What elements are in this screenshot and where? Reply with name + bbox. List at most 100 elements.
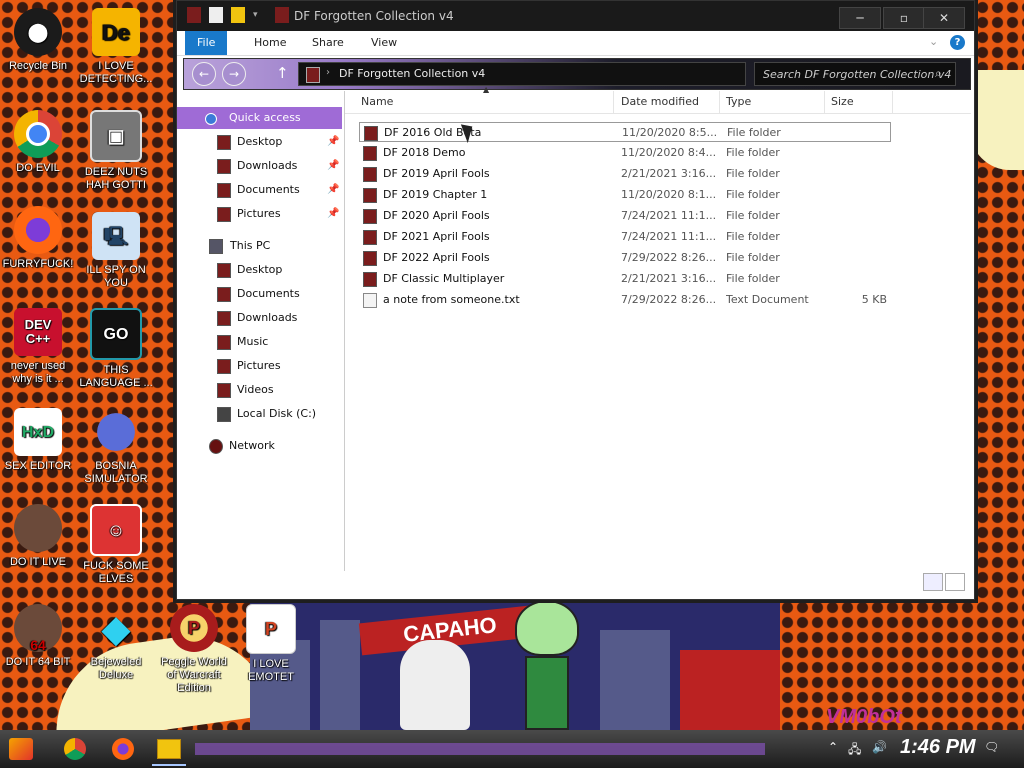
- close-button[interactable]: ✕: [923, 7, 965, 29]
- pin-icon: 📌: [327, 136, 340, 147]
- file-row[interactable]: DF 2022 April Fools 7/29/2022 8:26... File…: [359, 248, 889, 268]
- nav-quick-pictures[interactable]: Pictures 📌: [177, 203, 342, 225]
- column-size[interactable]: Size: [825, 91, 893, 113]
- nav-quick-documents[interactable]: Documents 📌: [177, 179, 342, 201]
- file-row[interactable]: DF 2016 Old Beta 11/20/2020 8:5... File fo…: [359, 122, 891, 142]
- folder-icon: [363, 230, 377, 245]
- nav-quick-access[interactable]: Quick access: [177, 107, 342, 129]
- tab-view[interactable]: View: [359, 31, 409, 55]
- tab-share[interactable]: Share: [300, 31, 356, 55]
- file-row[interactable]: DF 2019 Chapter 1 11/20/2020 8:1... File f…: [359, 185, 889, 205]
- breadcrumb-chevron-icon[interactable]: ›: [326, 67, 330, 78]
- desktop-icon-emotet[interactable]: P I LOVE EMOTET: [233, 604, 309, 684]
- taskbar-decoration: [195, 743, 765, 755]
- file-row[interactable]: a note from someone.txt 7/29/2022 8:26...…: [359, 290, 889, 310]
- desktop-icon-hxd[interactable]: HxD SEX EDITOR: [0, 408, 76, 473]
- file-row[interactable]: DF 2021 April Fools 7/24/2021 11:1... File…: [359, 227, 889, 247]
- gem-icon: ◆: [102, 607, 130, 649]
- expand-ribbon-icon[interactable]: ⌄: [929, 35, 938, 48]
- file-row[interactable]: DF 2019 April Fools 2/21/2021 3:16... File…: [359, 164, 889, 184]
- pictures-folder-icon: [217, 207, 231, 222]
- details-view-icon[interactable]: [923, 573, 943, 591]
- wallpaper-cloud-topright: [970, 70, 1024, 170]
- network-tray-icon[interactable]: 🖧: [848, 740, 861, 761]
- wallpaper-watermark: VM0bOt: [826, 706, 902, 728]
- file-row[interactable]: DF 2018 Demo 11/20/2020 8:4... File folder: [359, 143, 889, 163]
- desktop-folder-icon: [217, 135, 231, 150]
- desktop-icon-elves[interactable]: ☺ FUCK SOME ELVES: [78, 504, 154, 586]
- taskbar-firefox[interactable]: [106, 734, 140, 764]
- title-folder-icon: [275, 7, 289, 23]
- nav-pc-documents[interactable]: Documents: [177, 283, 342, 305]
- address-path: DF Forgotten Collection v4: [339, 67, 486, 80]
- back-button[interactable]: ←: [192, 62, 216, 86]
- desktop-icon-peggle[interactable]: P Peggle World of Warcraft Edition: [156, 604, 232, 695]
- desktop-icon-chrome[interactable]: DO EVIL: [0, 110, 76, 175]
- recycle-bin-icon: ⬤: [14, 8, 62, 56]
- desktop-icon-bejeweled[interactable]: ◆ Bejeweled Deluxe: [78, 604, 154, 682]
- nav-pc-desktop[interactable]: Desktop: [177, 259, 342, 281]
- show-hidden-icons-icon[interactable]: ⌃: [828, 740, 838, 754]
- tab-file[interactable]: File: [185, 31, 228, 55]
- customize-toolbar-icon[interactable]: ▾: [253, 7, 267, 23]
- start-button[interactable]: [4, 734, 38, 764]
- nav-pc-local-disk[interactable]: Local Disk (C:): [177, 403, 342, 425]
- forward-button[interactable]: →: [222, 62, 246, 86]
- taskbar-chrome[interactable]: [58, 734, 92, 764]
- desktop-icon-recycle-bin[interactable]: ⬤ Recycle Bin: [0, 8, 76, 73]
- minimize-button[interactable]: ─: [839, 7, 881, 29]
- desktop-icon-firefox[interactable]: FURRYFUCK!: [0, 206, 76, 271]
- taskbar-file-explorer[interactable]: [152, 734, 186, 766]
- nav-pc-videos[interactable]: Videos: [177, 379, 342, 401]
- nav-this-pc[interactable]: This PC: [177, 235, 342, 257]
- properties-icon[interactable]: [209, 7, 223, 23]
- column-name[interactable]: Name: [355, 91, 614, 113]
- tab-home[interactable]: Home: [242, 31, 298, 55]
- help-icon[interactable]: ?: [950, 35, 965, 50]
- documents-folder-icon: [217, 287, 231, 302]
- detective-app-icon: De: [92, 8, 140, 56]
- desktop-icon-label: I LOVE EMOTET: [248, 658, 294, 683]
- desktop-icon-do-it-live[interactable]: DO IT LIVE: [0, 504, 76, 569]
- title-bar[interactable]: ▾ DF Forgotten Collection v4 ─ ▫ ✕: [177, 1, 974, 31]
- nav-quick-downloads[interactable]: Downloads 📌: [177, 155, 342, 177]
- file-row[interactable]: DF 2020 April Fools 7/24/2021 11:1... File…: [359, 206, 889, 226]
- nav-pc-pictures[interactable]: Pictures: [177, 355, 342, 377]
- large-icons-view-icon[interactable]: [945, 573, 965, 591]
- firefox-icon: [14, 206, 62, 254]
- search-input[interactable]: Search DF Forgotten Collection v4 ⌕: [754, 62, 956, 86]
- nav-quick-desktop[interactable]: Desktop 📌: [177, 131, 342, 153]
- desktop-icon-do-it-64-bit[interactable]: 64 DO IT 64 BIT: [0, 604, 76, 669]
- desktop-icon-dev-cpp[interactable]: DEV C++ never used why is it ...: [0, 308, 76, 386]
- desktop-icon-label: never used why is it ...: [10, 360, 66, 385]
- column-date-modified[interactable]: Date modified: [615, 91, 720, 113]
- nav-pc-downloads[interactable]: Downloads: [177, 307, 342, 329]
- nav-pc-music[interactable]: Music: [177, 331, 342, 353]
- desktop-icon-deez-nuts[interactable]: ▣ DEEZ NUTS HAH GOTTI: [78, 110, 154, 192]
- column-type[interactable]: Type: [720, 91, 825, 113]
- volume-icon[interactable]: 🔊: [872, 740, 887, 754]
- hxd-hex-editor-icon: HxD: [14, 408, 62, 456]
- desktop-icon-spy[interactable]: 🖳 ILL SPY ON YOU: [78, 212, 154, 290]
- clock[interactable]: 1:46 PM: [900, 736, 976, 759]
- maximize-button[interactable]: ▫: [883, 7, 925, 29]
- taskbar: ⌃ 🖧 🔊 1:46 PM 🗨: [0, 730, 1024, 768]
- notifications-icon[interactable]: 🗨: [984, 740, 999, 754]
- nav-network[interactable]: Network: [177, 435, 342, 457]
- desktop-icon-label: DEEZ NUTS HAH GOTTI: [84, 166, 148, 191]
- file-row[interactable]: DF Classic Multiplayer 2/21/2021 3:16... F…: [359, 269, 889, 289]
- new-folder-icon[interactable]: [231, 7, 245, 23]
- folder-icon: [157, 739, 181, 759]
- desktop-icon-bosnia[interactable]: BOSNIA SIMULATOR: [78, 408, 154, 486]
- up-arrow-icon[interactable]: ↑: [276, 64, 289, 82]
- pin-icon: 📌: [327, 160, 340, 171]
- folder-icon: [306, 67, 320, 83]
- desktop-icon-detecting[interactable]: De I LOVE DETECTING...: [78, 8, 154, 86]
- file-name: DF 2022 April Fools: [383, 251, 490, 264]
- address-field[interactable]: › DF Forgotten Collection v4 ⌄: [298, 62, 827, 86]
- desktop-icon-go[interactable]: GO THIS LANGUAGE ...: [78, 308, 154, 390]
- wallpaper-character-white: [400, 640, 470, 730]
- portrait-64-icon: 64: [14, 604, 62, 652]
- peggle-icon: P: [170, 604, 218, 652]
- music-folder-icon: [217, 335, 231, 350]
